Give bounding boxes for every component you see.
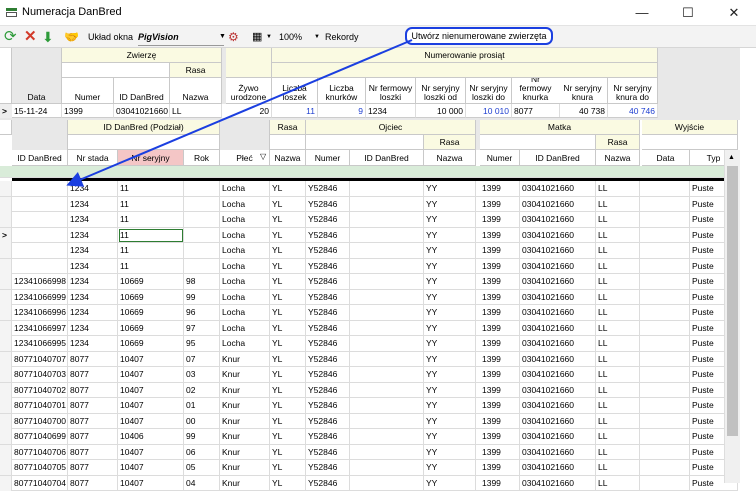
callout-arrow (0, 0, 756, 483)
